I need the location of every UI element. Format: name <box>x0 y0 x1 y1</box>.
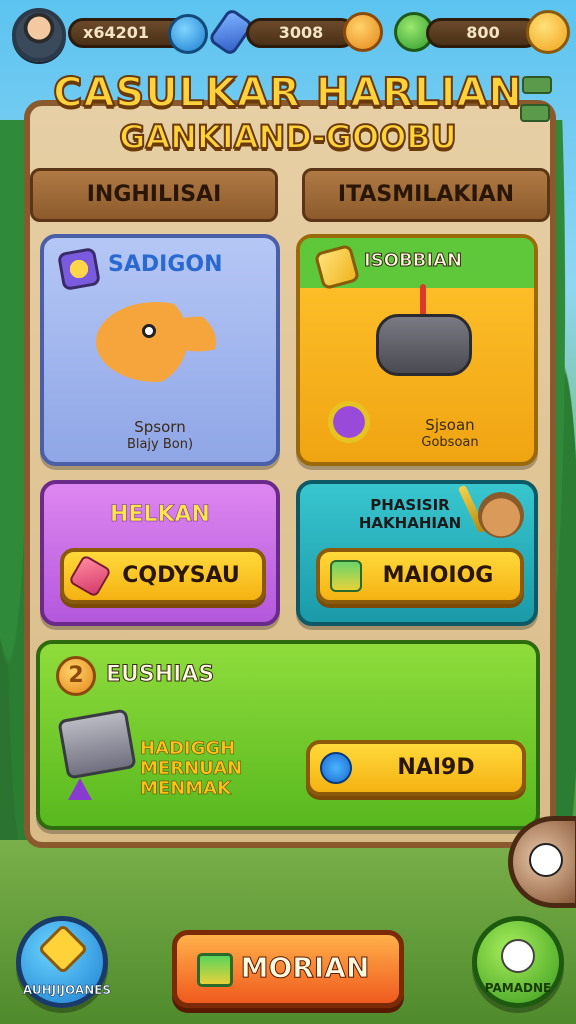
purple-card-button[interactable]: CQDYSAU <box>60 548 266 604</box>
pets-card-title: SADIGON <box>108 252 223 277</box>
purple-card-button-label: CQDYSAU <box>122 563 240 588</box>
teal-card-button[interactable]: MAIOIOG <box>316 548 524 604</box>
main-action-button[interactable]: MORIAN <box>172 930 404 1008</box>
controller-card-caption: Sjsoan <box>425 416 475 434</box>
game-title: CASULKAR HARLIAN <box>52 69 523 117</box>
pet-icon <box>96 302 216 382</box>
dog-icon <box>529 843 563 877</box>
controller-card-title: ISOBBIAN <box>363 250 463 272</box>
tab-2[interactable]: ITASMILAKIAN <box>302 168 550 222</box>
pets-menu-button-label: PAMADNE <box>484 981 552 995</box>
purple-card-title: HELKAN <box>110 502 210 528</box>
currency-counter-2: 3008 <box>246 18 356 48</box>
pets-card-subcaption: Blajy Bon) <box>126 437 194 452</box>
top-hud: x64201 3008 800 <box>8 6 570 62</box>
scroll-icon <box>322 400 376 444</box>
tab-bar: INGHILISAI ITASMILAKIAN <box>30 168 550 222</box>
achievements-button[interactable]: AUHJIJOANES <box>16 916 111 1008</box>
pets-card[interactable]: SADIGON Spsorn Blajy Bon) <box>40 234 280 466</box>
tab-1[interactable]: INGHILISAI <box>30 168 278 222</box>
antenna-icon <box>420 284 426 316</box>
purple-card[interactable]: HELKAN CQDYSAU <box>40 480 280 626</box>
cards-icon <box>57 708 137 780</box>
green-card-button[interactable]: NAI9D <box>306 740 526 796</box>
game-subtitle: GANKIAND-GOOBU <box>118 117 458 157</box>
leaf-decoration <box>522 76 552 94</box>
controller-card[interactable]: ISOBBIAN Sjsoan Gobsoan <box>296 234 538 466</box>
cat-icon <box>501 939 535 973</box>
teal-card-button-label: MAIOIOG <box>382 563 494 588</box>
pets-menu-button[interactable]: PAMADNE <box>472 916 564 1008</box>
star-icon <box>37 923 89 975</box>
green-card-line-2: MERNUAN <box>140 758 243 779</box>
main-action-button-label: MORIAN <box>240 951 370 985</box>
coin-icon[interactable] <box>343 12 383 52</box>
green-card-line-3: MENMAK <box>140 778 232 799</box>
blob-icon[interactable] <box>168 14 208 54</box>
green-card-button-label: NAI9D <box>397 755 475 780</box>
potion-icon <box>320 752 352 784</box>
controller-card-subcaption: Gobsoan <box>421 435 479 450</box>
teal-card-title: PHASISIR HAKHAHIAN <box>358 496 462 532</box>
achievements-button-label: AUHJIJOANES <box>22 983 112 998</box>
pet-badge-icon <box>56 246 102 292</box>
player-avatar[interactable] <box>12 8 66 62</box>
pet-eye-icon <box>142 324 156 338</box>
bear-icon <box>478 492 524 538</box>
currency-counter-3: 800 <box>426 18 540 48</box>
green-card-line-1: HADIGGH <box>140 738 236 759</box>
gamepad-icon <box>376 314 472 376</box>
bottle-icon <box>68 554 112 598</box>
leaf-decoration <box>520 104 550 122</box>
gift-icon <box>330 560 362 592</box>
green-card-title: EUSHIAS <box>105 662 215 688</box>
coin-badge-icon: 2 <box>56 656 96 696</box>
star-icon[interactable] <box>526 10 570 54</box>
gift-icon <box>197 953 233 987</box>
pets-card-caption: Spsorn <box>134 418 186 436</box>
teal-card[interactable]: PHASISIR HAKHAHIAN MAIOIOG <box>296 480 538 626</box>
arrow-icon <box>68 778 92 800</box>
green-card[interactable]: 2 EUSHIAS HADIGGH MERNUAN MENMAK NAI9D <box>36 640 540 830</box>
